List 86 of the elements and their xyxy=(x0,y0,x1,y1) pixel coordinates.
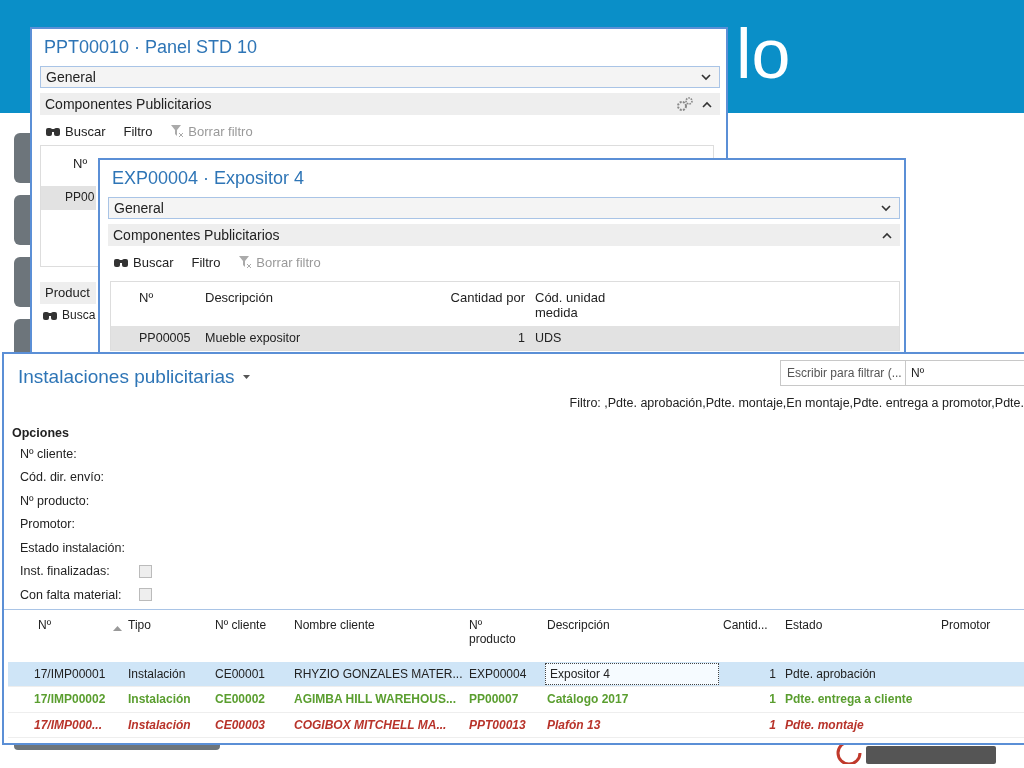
table-row[interactable]: 17/IMP00001 Instalación CE00001 RHYZIO GONZALES MATER... EXP00004 Expositor 4 1 Pdte. aprobación xyxy=(8,661,1024,687)
chevron-icon[interactable] xyxy=(881,204,891,212)
column-header[interactable]: Nombre cliente xyxy=(290,617,465,632)
column-header[interactable]: Cantid... xyxy=(719,617,781,632)
table-cell-text: CE00001 xyxy=(214,666,267,681)
slide-title: lo xyxy=(736,14,791,94)
field-label: Cód. dir. envío: xyxy=(20,470,106,485)
table-cell-text: CE00003 xyxy=(214,717,267,732)
table-cell: Expositor 4 xyxy=(545,662,719,685)
section-heading: Opciones xyxy=(11,425,70,440)
filter-button[interactable]: Filtro xyxy=(191,254,221,270)
column-header[interactable]: Descripción xyxy=(543,617,719,632)
table-cell-text: PP00005 xyxy=(138,331,192,345)
field-label: Nº cliente: xyxy=(20,446,78,461)
column-header[interactable]: Descripción xyxy=(201,290,431,305)
table-row[interactable]: PP00005 Mueble expositor 1 UDS xyxy=(111,326,899,350)
table-cell-text: Pdte. montaje xyxy=(784,717,865,732)
column-header[interactable]: Cantidad por xyxy=(431,290,531,305)
checkbox[interactable] xyxy=(139,588,152,602)
gears-icon[interactable] xyxy=(676,96,694,112)
binoculars-icon xyxy=(42,309,58,321)
column-header[interactable]: Tipo xyxy=(124,617,211,632)
table-cell-text: 1 xyxy=(768,692,777,707)
column-header[interactable]: Nº xyxy=(8,617,124,632)
column-header[interactable]: Nº producto xyxy=(465,617,529,646)
table-cell-text: EXP00004 xyxy=(468,666,528,681)
filter-text: Filtro: ,Pdte. aprobación,Pdte. montaje,En montaje,Pdte. entrega a promotor,Pdte. xyxy=(568,395,1024,410)
table-cell-text: PP00007 xyxy=(468,692,520,707)
column-header: Nº xyxy=(73,156,88,171)
column-header[interactable]: Cód. unidad medida xyxy=(531,290,625,320)
table-row[interactable]: 17/IMP000... Instalación CE00003 COGIBOX MITCHELL MA... PPT00013 Plafón 13 1 Pdte. montaje xyxy=(8,712,1024,738)
table-cell-text: COGIBOX MITCHELL MA... xyxy=(293,717,448,732)
fasttab-header[interactable]: Componentes Publicitarios xyxy=(40,93,720,115)
field-label: Inst. finalizadas: xyxy=(20,564,111,579)
table-cell-text: 1 xyxy=(768,717,777,732)
field-label: Estado instalación: xyxy=(20,540,126,555)
table-cell: PP00 xyxy=(65,190,95,204)
chevron-icon[interactable] xyxy=(882,231,892,239)
fasttab-header[interactable]: General xyxy=(108,197,900,219)
chevron-icon[interactable] xyxy=(701,73,711,81)
table-cell-text: 1 xyxy=(517,331,526,345)
table-cell-text: CE00002 xyxy=(214,692,267,707)
column-header[interactable]: Promotor xyxy=(937,617,1024,632)
column-header[interactable]: Estado xyxy=(781,617,937,632)
caret-icon[interactable] xyxy=(242,375,250,379)
field-label: Nº producto: xyxy=(20,493,91,508)
window-title: EXP00004 · Expositor 4 xyxy=(111,167,306,190)
column-header[interactable]: Nº cliente xyxy=(211,617,290,632)
checkbox[interactable] xyxy=(139,564,152,578)
search-button[interactable]: Buscar xyxy=(113,254,174,270)
field-label: Promotor: xyxy=(20,517,76,532)
table-cell-text: Mueble expositor xyxy=(204,331,302,345)
funnel-icon xyxy=(238,255,253,269)
filter-button[interactable]: Filtro xyxy=(123,123,153,139)
table-cell-text: Plafón 13 xyxy=(546,717,602,732)
chevron-icon[interactable] xyxy=(702,100,712,108)
table-cell-text: UDS xyxy=(534,331,563,345)
window-title: PPT00010 · Panel STD 10 xyxy=(43,36,259,59)
table-cell-text: RHYZIO GONZALES MATER... xyxy=(293,666,464,681)
fasttab-header[interactable]: Componentes Publicitarios xyxy=(108,224,900,246)
table-cell-text: 1 xyxy=(768,666,777,681)
window-title[interactable]: Instalaciones publicitarias xyxy=(18,366,235,388)
binoculars-icon xyxy=(45,125,61,137)
funnel-icon xyxy=(170,124,185,138)
table-cell-text: Instalación xyxy=(127,717,192,732)
fasttab-header[interactable]: Product xyxy=(40,282,96,304)
table-cell-text: Instalación xyxy=(127,692,192,707)
table-cell-text: 17/IMP00002 xyxy=(33,692,107,707)
fasttab-header[interactable]: General xyxy=(40,66,720,88)
table-cell-text: Pdte. aprobación xyxy=(784,666,877,681)
filter-column-label: Nº xyxy=(906,360,1024,386)
binoculars-icon xyxy=(113,256,129,268)
table-cell-text: 17/IMP000... xyxy=(33,717,104,732)
table-cell-text: Pdte. entrega a cliente xyxy=(784,692,914,707)
column-header[interactable]: Nº xyxy=(111,290,201,305)
table-cell-text: Instalación xyxy=(127,666,187,681)
table-cell-text: PPT00013 xyxy=(468,717,527,732)
field-label: Con falta material: xyxy=(20,587,123,602)
table-row[interactable]: PP00 xyxy=(41,186,96,210)
filter-field[interactable]: Escribir para filtrar (... xyxy=(780,360,906,386)
table-cell-text: AGIMBA HILL WAREHOUS... xyxy=(293,692,457,707)
table-cell-text: Catálogo 2017 xyxy=(546,692,630,707)
sort-arrow-icon xyxy=(113,626,122,631)
table-cell-text: 17/IMP00001 xyxy=(33,666,107,681)
search-button[interactable]: Buscar xyxy=(45,123,106,139)
search-button[interactable]: Busca xyxy=(42,308,96,322)
